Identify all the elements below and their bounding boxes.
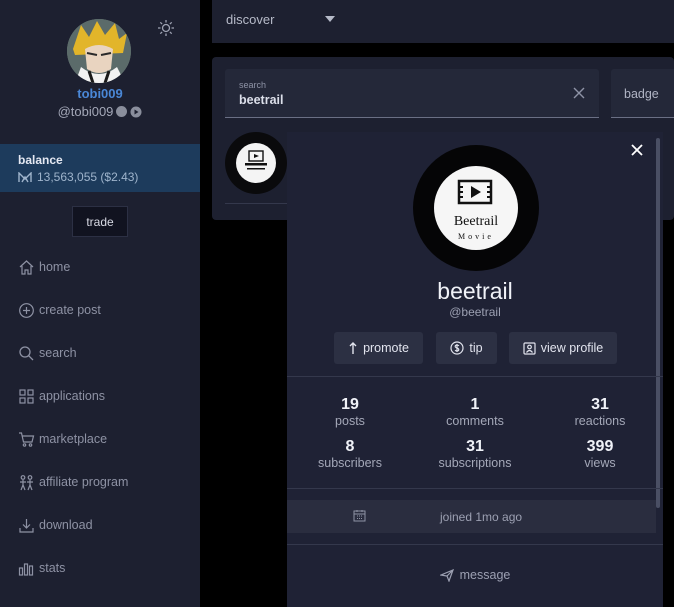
nav-item-download[interactable]: download (18, 515, 93, 535)
caret-down-icon[interactable] (325, 16, 335, 22)
nav-item-create-post[interactable]: create post (18, 300, 101, 320)
nav-label: create post (39, 303, 101, 317)
search-result-avatar[interactable] (225, 132, 287, 194)
message-label: message (459, 568, 511, 582)
view-profile-label: view profile (540, 341, 604, 355)
stat-value: 31 (466, 438, 484, 455)
people-icon (20, 474, 33, 490)
close-icon[interactable] (631, 144, 643, 156)
logo-subtext: Movie (458, 232, 494, 241)
nav-label: stats (39, 561, 66, 575)
result-divider (225, 203, 287, 204)
sun-icon[interactable] (156, 18, 176, 38)
stat-label: subscribers (318, 456, 382, 470)
arrow-up-icon (349, 342, 357, 354)
badge-select-label: badge (624, 87, 659, 101)
stat-reactions: 31 reactions (540, 396, 660, 428)
trade-button[interactable]: trade (72, 206, 128, 237)
user-card-icon (523, 341, 536, 355)
profile-handle: @beetrail (449, 305, 501, 319)
balance-label: balance (18, 153, 63, 167)
divider (287, 376, 663, 377)
nav-item-search[interactable]: search (18, 343, 77, 363)
search-field[interactable]: search beetrail (225, 69, 599, 118)
stat-label: views (584, 456, 616, 470)
tip-label: tip (469, 341, 483, 355)
verified-badge-icon (116, 106, 128, 117)
balance-panel[interactable]: balance 13,563,055 ($2.43) (0, 144, 200, 192)
profile-logo: Beetrail Movie (413, 145, 539, 271)
user-handle: @tobi009 (57, 104, 114, 119)
nav-item-stats[interactable]: stats (18, 558, 65, 578)
dollar-icon (450, 341, 464, 355)
bar-chart-icon (18, 562, 34, 576)
search-caption: search (239, 80, 267, 90)
nav-item-marketplace[interactable]: marketplace (18, 429, 107, 449)
discover-dropdown[interactable]: discover (226, 12, 274, 27)
user-handle-row: @tobi009 (0, 104, 200, 119)
clear-icon[interactable] (573, 87, 585, 99)
joined-row: joined 1mo ago (287, 500, 656, 533)
search-icon (19, 345, 34, 360)
stat-label: comments (446, 414, 504, 428)
message-button[interactable]: message (287, 568, 663, 582)
stat-label: subscriptions (438, 456, 512, 470)
divider (287, 544, 663, 545)
nav-label: home (39, 260, 71, 274)
stat-views: 399 views (540, 438, 660, 470)
tip-button[interactable]: tip (436, 332, 497, 364)
promote-label: promote (363, 341, 409, 355)
search-input[interactable]: beetrail (239, 93, 283, 107)
view-profile-button[interactable]: view profile (509, 332, 617, 364)
stat-subscribers: 8 subscribers (290, 438, 410, 470)
grid-icon (19, 388, 34, 404)
nav-item-home[interactable]: home (18, 257, 70, 277)
nav-label: applications (39, 389, 106, 403)
stat-value: 19 (341, 396, 359, 413)
stat-label: posts (335, 414, 365, 428)
profile-card: Beetrail Movie beetrail @beetrail promot… (287, 132, 663, 607)
stat-value: 1 (470, 396, 480, 413)
stat-posts: 19 posts (290, 396, 410, 428)
stat-subscriptions: 31 subscriptions (415, 438, 535, 470)
badge-select[interactable]: badge (611, 69, 674, 118)
nav-label: search (39, 346, 77, 360)
stat-value: 31 (591, 396, 609, 413)
play-badge-icon (130, 106, 142, 117)
user-avatar[interactable] (67, 19, 131, 83)
stat-value: 399 (586, 438, 614, 455)
balance-value: 13,563,055 ($2.43) (37, 170, 139, 184)
sidebar: tobi009 @tobi009 balance 13,563,055 ($2.… (0, 0, 200, 607)
nav-label: affiliate program (39, 475, 129, 489)
promote-button[interactable]: promote (334, 332, 423, 364)
nav-item-affiliate-program[interactable]: affiliate program (18, 472, 128, 492)
home-icon (19, 259, 34, 275)
profile-name: beetrail (437, 278, 513, 304)
nav-label: marketplace (39, 432, 108, 446)
calendar-icon (353, 510, 366, 522)
stat-value: 8 (345, 438, 355, 455)
username[interactable]: tobi009 (0, 86, 200, 101)
logo-text: Beetrail (454, 214, 498, 229)
send-icon (439, 568, 454, 582)
nav-item-applications[interactable]: applications (18, 386, 105, 406)
topbar: discover (212, 0, 674, 43)
divider (287, 488, 663, 489)
stat-label: reactions (574, 414, 626, 428)
stat-comments: 1 comments (415, 396, 535, 428)
plus-circle-icon (19, 302, 34, 318)
joined-text: joined 1mo ago (440, 510, 523, 524)
balance-value-row: 13,563,055 ($2.43) (18, 170, 200, 184)
download-icon (19, 518, 34, 533)
nav-label: download (39, 518, 93, 532)
token-icon (18, 171, 32, 182)
cart-icon (19, 431, 35, 447)
